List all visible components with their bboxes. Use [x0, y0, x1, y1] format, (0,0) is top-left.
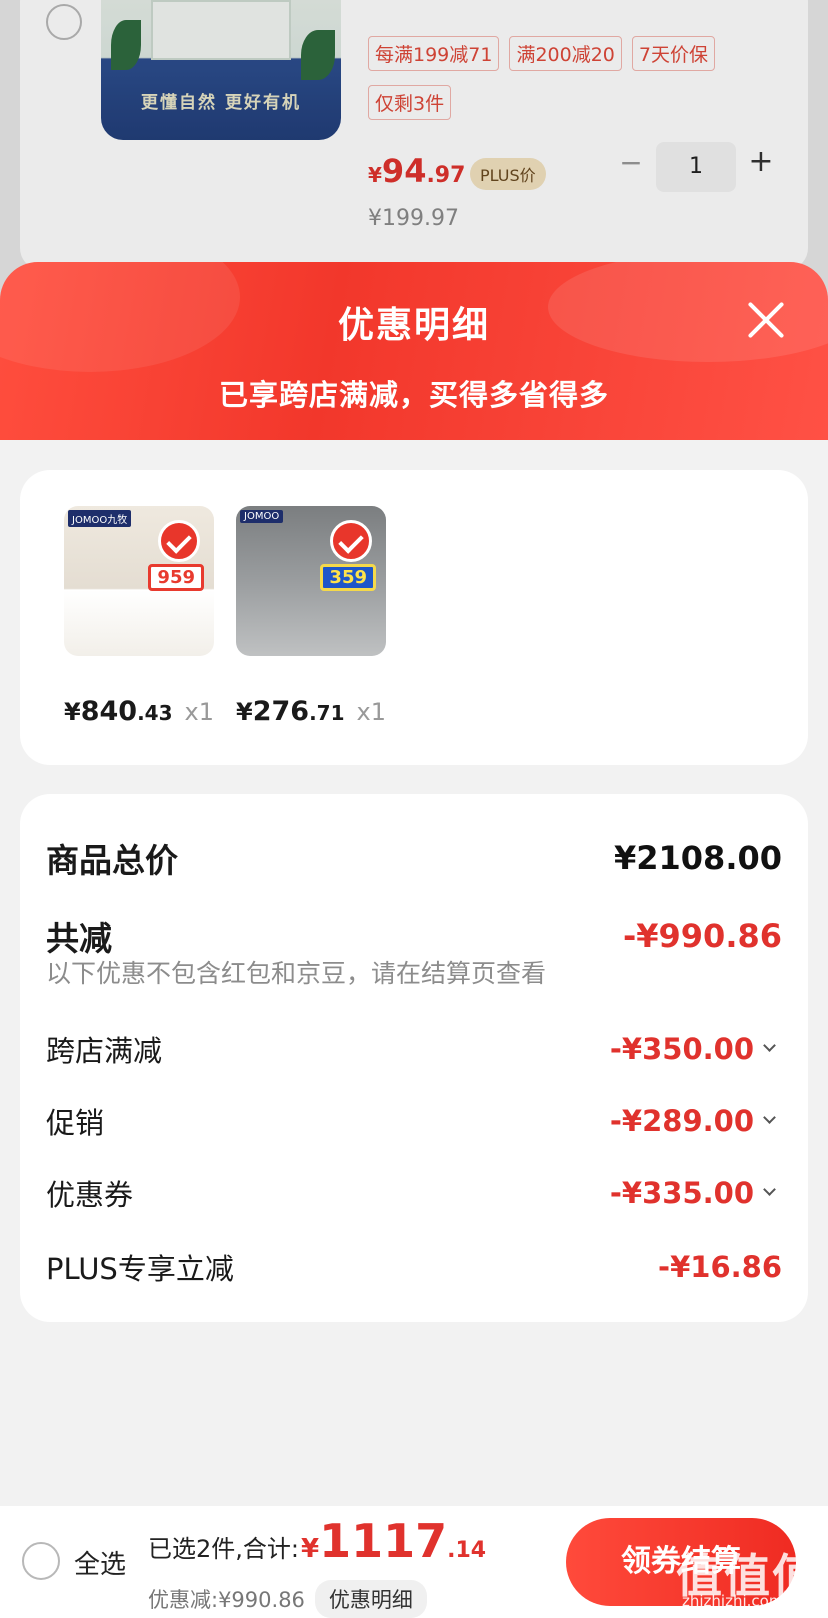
total-price-row: 商品总价 ¥2108.00 — [46, 834, 782, 882]
discount-sheet-body: JOMOO九牧 959 ¥840.43 x1 JOMOO 359 ¥276.71 x… — [0, 440, 828, 1506]
watermark-url: zhizhizhi.com — [682, 1592, 784, 1610]
product-count: x1 — [356, 698, 386, 726]
checked-icon — [158, 520, 200, 562]
total-reduction-label: 共减 — [46, 919, 112, 958]
product-count: x1 — [184, 698, 214, 726]
discount-row-cross-store[interactable]: 跨店满减 -¥350.00 — [46, 1028, 782, 1070]
discount-value: -¥350.00 — [610, 1032, 782, 1066]
discount-amount: -¥16.86 — [658, 1250, 782, 1284]
discount-amount: -¥350.00 — [609, 1032, 754, 1066]
product-item[interactable]: JOMOO九牧 959 ¥840.43 x1 — [64, 506, 214, 727]
product-price: ¥840.43 x1 — [64, 696, 214, 727]
brand-label: JOMOO九牧 — [68, 510, 132, 527]
chevron-down-icon[interactable] — [760, 1111, 782, 1131]
chevron-down-icon[interactable] — [760, 1039, 782, 1059]
checked-icon — [330, 520, 372, 562]
discount-label: 促销 — [46, 1106, 105, 1140]
discount-row-promotion[interactable]: 促销 -¥289.00 — [46, 1100, 782, 1142]
sheet-subtitle: 已享跨店满减，买得多省得多 — [218, 378, 609, 412]
price-symbol: ¥ — [64, 698, 81, 726]
total-integer: 1117 — [319, 1514, 448, 1568]
price-symbol: ¥ — [236, 698, 253, 726]
product-item[interactable]: JOMOO 359 ¥276.71 x1 — [236, 506, 386, 727]
select-all-label[interactable]: 全选 — [74, 1544, 126, 1581]
total-decimal: .14 — [447, 1538, 487, 1563]
discount-amount: -¥335.00 — [609, 1176, 754, 1210]
discount-label: 优惠券 — [46, 1178, 134, 1212]
selected-count-label: 已选2件,合计: — [148, 1535, 299, 1563]
discount-row-coupon[interactable]: 优惠券 -¥335.00 — [46, 1172, 782, 1214]
discount-label: 跨店满减 — [46, 1034, 163, 1068]
discount-sheet-header: 优惠明细 已享跨店满减，买得多省得多 — [0, 262, 828, 442]
image-price-tag: 359 — [320, 564, 376, 591]
product-price: ¥276.71 x1 — [236, 696, 386, 727]
discount-amount: -¥289.00 — [609, 1104, 754, 1138]
image-price-tag: 959 — [148, 564, 204, 591]
total-reduction-value: -¥990.86 — [622, 917, 782, 955]
reduction-note: 以下优惠不包含红包和京豆，请在结算页查看 — [46, 959, 547, 988]
brand-label: JOMOO — [240, 510, 284, 523]
price-integer: 276 — [252, 696, 310, 727]
product-thumbnail[interactable]: JOMOO九牧 959 — [64, 506, 214, 656]
background-cart-list: 更懂自然 更好有机 每满199减71 满200减20 7天价保 仅剩3件 ¥94.9… — [0, 0, 828, 300]
chevron-down-icon[interactable] — [760, 1183, 782, 1203]
price-summary-card: 商品总价 ¥2108.00 共减 -¥990.86 以下优惠不包含红包和京豆，请… — [20, 794, 808, 1322]
total-reduction-row: 共减 -¥990.86 — [46, 912, 782, 960]
discount-summary-text: 优惠减:¥990.86 — [148, 1588, 305, 1612]
discount-label: PLUS专享立减 — [46, 1252, 234, 1286]
discount-summary: 优惠减:¥990.86 优惠明细 — [148, 1580, 427, 1618]
discount-detail-button[interactable]: 优惠明细 — [314, 1580, 427, 1618]
selected-products-card: JOMOO九牧 959 ¥840.43 x1 JOMOO 359 ¥276.71 x… — [20, 470, 808, 765]
price-decimal: .43 — [137, 701, 173, 725]
discount-row-plus: PLUS专享立减 -¥16.86 — [46, 1246, 782, 1288]
total-symbol: ¥ — [300, 1534, 320, 1564]
total-price-value: ¥2108.00 — [613, 839, 782, 877]
price-decimal: .71 — [309, 701, 345, 725]
product-thumbnail[interactable]: JOMOO 359 — [236, 506, 386, 656]
overlay-dim[interactable] — [0, 0, 828, 300]
discount-value: -¥335.00 — [610, 1176, 782, 1210]
selected-total: 已选2件,合计: ¥1117.14 — [148, 1514, 486, 1568]
discount-value: -¥289.00 — [610, 1104, 782, 1138]
close-icon[interactable] — [744, 298, 788, 342]
discount-value: -¥16.86 — [658, 1250, 782, 1284]
select-all-radio[interactable] — [22, 1542, 60, 1580]
total-price-label: 商品总价 — [46, 841, 178, 880]
price-integer: 840 — [80, 696, 138, 727]
sheet-title: 优惠明细 — [337, 305, 490, 346]
